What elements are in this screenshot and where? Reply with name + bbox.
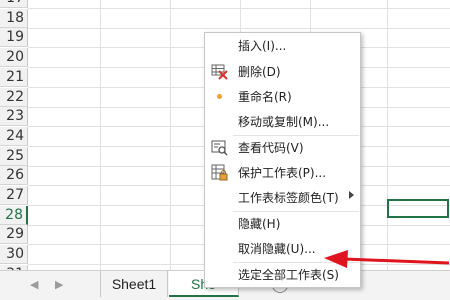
scroll-right-icon[interactable]: ▶	[55, 278, 63, 291]
menu-item-label: 重命名(R)	[238, 90, 292, 104]
delete-sheet-icon	[211, 63, 229, 81]
row-header[interactable]: 25	[0, 146, 28, 166]
menu-item-label: 工作表标签颜色(T)	[238, 191, 339, 205]
menu-item-label: 保护工作表(P)...	[238, 166, 327, 180]
menu-item-view-code[interactable]: 查看代码(V)	[205, 136, 360, 161]
row-header[interactable]: 28	[0, 205, 28, 225]
menu-item-rename[interactable]: 重命名(R)	[205, 85, 360, 110]
menu-item-label: 选定全部工作表(S)	[238, 268, 339, 282]
selected-cell[interactable]	[387, 199, 449, 218]
row-header[interactable]: 29	[0, 225, 28, 245]
menu-item-label: 删除(D)	[238, 65, 281, 79]
view-code-icon	[211, 139, 229, 157]
row-header[interactable]: 21	[0, 67, 28, 87]
row-header[interactable]: 20	[0, 48, 28, 68]
protect-sheet-icon	[211, 164, 229, 182]
menu-item-tab-color[interactable]: 工作表标签颜色(T)	[205, 186, 360, 211]
column-divider	[387, 0, 388, 273]
sheet-context-menu: 插入(I)... 删除(D) 重命名(R) 移动或复制(M)... 查看代码(V…	[204, 32, 361, 288]
row-header[interactable]: 22	[0, 87, 28, 107]
menu-item-hide[interactable]: 隐藏(H)	[205, 212, 360, 237]
menu-item-label: 查看代码(V)	[238, 141, 304, 155]
submenu-arrow-icon	[349, 191, 354, 199]
menu-item-delete[interactable]: 删除(D)	[205, 60, 360, 85]
row-header[interactable]: 17	[0, 0, 28, 8]
row-header[interactable]: 18	[0, 8, 28, 28]
menu-item-label: 移动或复制(M)...	[238, 115, 330, 129]
rename-dot-icon	[217, 94, 222, 99]
row-header[interactable]: 24	[0, 126, 28, 146]
row-header[interactable]: 23	[0, 107, 28, 127]
row-header[interactable]: 27	[0, 186, 28, 205]
menu-item-label: 插入(I)...	[238, 39, 287, 53]
menu-item-unhide[interactable]: 取消隐藏(U)...	[205, 237, 360, 262]
menu-item-label: 取消隐藏(U)...	[238, 242, 316, 256]
row-header[interactable]: 19	[0, 28, 28, 48]
menu-item-move-copy[interactable]: 移动或复制(M)...	[205, 110, 360, 135]
scroll-left-icon[interactable]: ◀	[30, 278, 38, 291]
menu-item-label: 隐藏(H)	[238, 217, 281, 231]
menu-item-protect-sheet[interactable]: 保护工作表(P)...	[205, 161, 360, 186]
column-divider	[100, 0, 101, 273]
tab-sheet1[interactable]: Sheet1	[100, 271, 168, 297]
row-header[interactable]: 30	[0, 245, 28, 265]
column-divider	[170, 0, 171, 273]
menu-item-insert[interactable]: 插入(I)...	[205, 34, 360, 59]
menu-item-select-all-sheets[interactable]: 选定全部工作表(S)	[205, 263, 360, 288]
row-header[interactable]: 26	[0, 166, 28, 186]
